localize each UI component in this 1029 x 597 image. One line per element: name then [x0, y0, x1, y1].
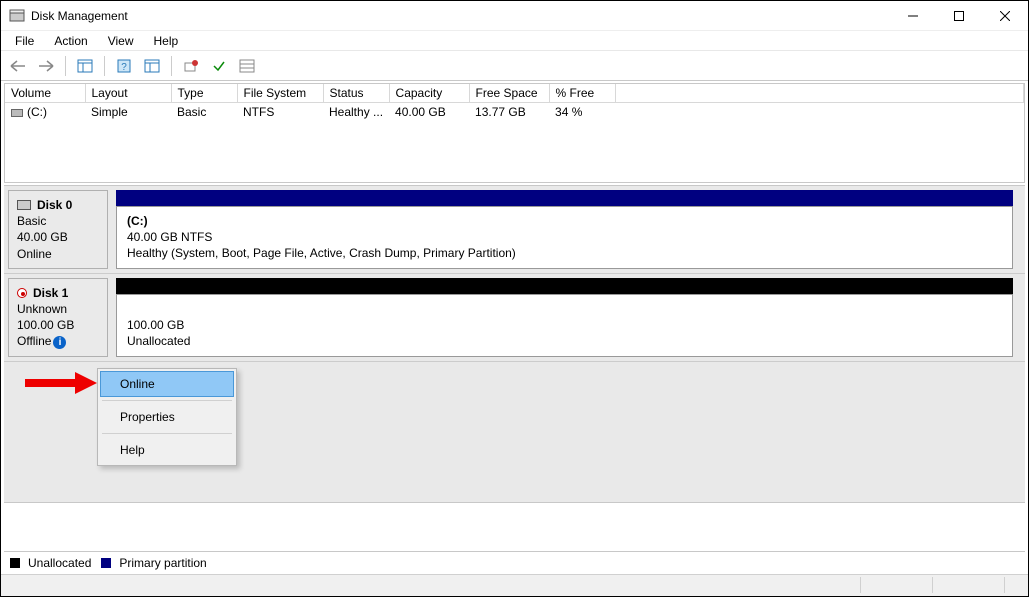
show-hide-button[interactable]	[74, 55, 96, 77]
col-capacity[interactable]: Capacity	[389, 84, 469, 103]
status-bar	[1, 574, 1028, 596]
menu-view[interactable]: View	[100, 32, 142, 50]
svg-text:?: ?	[121, 62, 127, 73]
help-button[interactable]: ?	[113, 55, 135, 77]
check-button[interactable]	[208, 55, 230, 77]
volume-icon	[11, 109, 23, 117]
disk-type: Unknown	[17, 301, 99, 317]
legend-unallocated: Unallocated	[28, 556, 91, 570]
ctx-separator	[102, 433, 232, 434]
ctx-separator	[102, 400, 232, 401]
table-header-row: Volume Layout Type File System Status Ca…	[5, 84, 1024, 103]
menu-action[interactable]: Action	[46, 32, 95, 50]
list-button[interactable]	[236, 55, 258, 77]
disk-type: Basic	[17, 213, 99, 229]
menu-file[interactable]: File	[7, 32, 42, 50]
context-menu: Online Properties Help	[97, 368, 237, 466]
disk-state: Online	[17, 246, 99, 262]
partition-stripe-primary	[116, 190, 1013, 206]
back-button[interactable]	[7, 55, 29, 77]
cell-status: Healthy ...	[323, 103, 389, 122]
disk-title: Disk 0	[37, 197, 72, 213]
cell-pct: 34 %	[549, 103, 615, 122]
partition-desc: 40.00 GB NTFS	[127, 230, 212, 244]
volume-table: Volume Layout Type File System Status Ca…	[5, 84, 1024, 121]
status-segment	[932, 577, 1002, 593]
disk-error-icon	[17, 288, 27, 298]
app-icon	[9, 8, 25, 24]
partition-label: (C:)	[127, 214, 148, 228]
disk-size: 100.00 GB	[17, 317, 99, 333]
partition-block[interactable]: 100.00 GB Unallocated	[116, 294, 1013, 357]
disk-body: 100.00 GB Unallocated	[116, 278, 1013, 357]
partition-status: Unallocated	[127, 334, 190, 348]
cell-volume: (C:)	[5, 103, 85, 122]
toolbar: ?	[1, 51, 1028, 81]
table-row[interactable]: (C:) Simple Basic NTFS Healthy ... 40.00…	[5, 103, 1024, 122]
refresh-button[interactable]	[141, 55, 163, 77]
title-bar: Disk Management	[1, 1, 1028, 31]
status-segment	[1004, 577, 1024, 593]
toolbar-separator	[65, 56, 66, 76]
disk-title: Disk 1	[33, 285, 68, 301]
cell-free: 13.77 GB	[469, 103, 549, 122]
disk-row: Disk 0 Basic 40.00 GB Online (C:) 40.00 …	[4, 186, 1025, 274]
partition-status: Healthy (System, Boot, Page File, Active…	[127, 246, 516, 260]
ctx-help[interactable]: Help	[100, 437, 234, 463]
minimize-button[interactable]	[890, 1, 936, 31]
partition-stripe-unallocated	[116, 278, 1013, 294]
toolbar-separator	[104, 56, 105, 76]
disk-state: Offline	[17, 334, 51, 348]
window-title: Disk Management	[31, 9, 890, 23]
info-icon[interactable]: i	[53, 336, 66, 349]
settings-button[interactable]	[180, 55, 202, 77]
window-controls	[890, 1, 1028, 31]
col-status[interactable]: Status	[323, 84, 389, 103]
legend: Unallocated Primary partition	[4, 551, 1025, 574]
col-type[interactable]: Type	[171, 84, 237, 103]
volume-list-pane: Volume Layout Type File System Status Ca…	[4, 83, 1025, 183]
col-filesystem[interactable]: File System	[237, 84, 323, 103]
partition-desc: 100.00 GB	[127, 318, 184, 332]
disk-body: (C:) 40.00 GB NTFS Healthy (System, Boot…	[116, 190, 1013, 269]
legend-swatch-primary	[101, 558, 111, 568]
cell-fs: NTFS	[237, 103, 323, 122]
cell-capacity: 40.00 GB	[389, 103, 469, 122]
legend-primary: Primary partition	[119, 556, 206, 570]
status-segment	[860, 577, 930, 593]
disk-header[interactable]: Disk 0 Basic 40.00 GB Online	[8, 190, 108, 269]
disk-header[interactable]: Disk 1 Unknown 100.00 GB Offlinei	[8, 278, 108, 357]
disk-size: 40.00 GB	[17, 229, 99, 245]
col-pctfree[interactable]: % Free	[549, 84, 615, 103]
toolbar-separator	[171, 56, 172, 76]
col-freespace[interactable]: Free Space	[469, 84, 549, 103]
ctx-online[interactable]: Online	[100, 371, 234, 397]
cell-layout: Simple	[85, 103, 171, 122]
disk-row: Disk 1 Unknown 100.00 GB Offlinei 100.00…	[4, 274, 1025, 362]
partition-block[interactable]: (C:) 40.00 GB NTFS Healthy (System, Boot…	[116, 206, 1013, 269]
menu-help[interactable]: Help	[146, 32, 187, 50]
col-volume[interactable]: Volume	[5, 84, 85, 103]
col-spacer	[615, 84, 1023, 103]
arrow-annotation	[25, 372, 97, 397]
menu-bar: File Action View Help	[1, 31, 1028, 51]
col-layout[interactable]: Layout	[85, 84, 171, 103]
ctx-properties[interactable]: Properties	[100, 404, 234, 430]
legend-swatch-unallocated	[10, 558, 20, 568]
forward-button[interactable]	[35, 55, 57, 77]
maximize-button[interactable]	[936, 1, 982, 31]
close-button[interactable]	[982, 1, 1028, 31]
disk-icon	[17, 200, 31, 210]
cell-volume-text: (C:)	[27, 105, 47, 119]
cell-type: Basic	[171, 103, 237, 122]
